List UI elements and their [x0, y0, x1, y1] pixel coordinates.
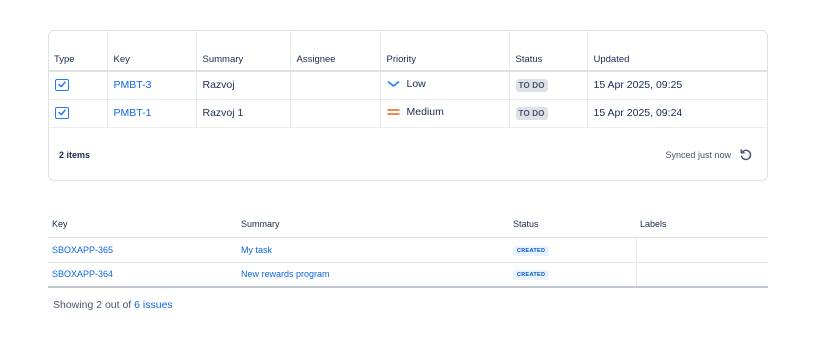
- column-header-priority[interactable]: Priority: [380, 31, 510, 72]
- task-checkbox-icon: [55, 79, 69, 92]
- summary-cell: New rewards program: [237, 262, 509, 287]
- column-header-updated[interactable]: Updated: [587, 31, 767, 72]
- column-header-summary[interactable]: Summary: [196, 31, 291, 72]
- issues-table: Key Summary Status Labels SBOXAPP-365 My…: [48, 217, 768, 288]
- item-count: 2 items: [59, 150, 91, 160]
- priority-value: Low: [387, 78, 426, 90]
- summary-cell[interactable]: Razvoj: [196, 71, 291, 99]
- jira-header-row: Type Key Summary Assignee Priority Statu…: [49, 31, 767, 72]
- status-cell: CREATED: [509, 262, 637, 287]
- showing-prefix: Showing 2 out of: [53, 299, 135, 311]
- column-header-summary: Summary: [241, 219, 280, 229]
- priority-label: Medium: [406, 106, 444, 118]
- status-badge: TO DO: [515, 106, 548, 120]
- priority-label: Low: [406, 78, 426, 91]
- summary-cell: My task: [237, 237, 509, 262]
- issue-summary-link[interactable]: New rewards program: [241, 269, 330, 279]
- table-row: SBOXAPP-365 My task CREATED: [48, 237, 768, 262]
- status-badge: CREATED: [513, 270, 550, 281]
- column-header-type[interactable]: Type: [49, 31, 108, 72]
- table-row[interactable]: PMBT-1 Razvoj 1 Medium TO DO 15 Apr 2025…: [49, 99, 767, 127]
- column-header-key: Key: [52, 219, 68, 229]
- priority-cell[interactable]: Medium: [380, 99, 510, 127]
- issue-key-link[interactable]: SBOXAPP-364: [52, 269, 113, 279]
- refresh-icon[interactable]: [739, 148, 753, 162]
- priority-cell[interactable]: Low: [380, 71, 510, 99]
- labels-cell: [636, 262, 768, 287]
- priority-low-icon: [387, 81, 399, 88]
- jira-issues-table: Type Key Summary Assignee Priority Statu…: [49, 31, 767, 128]
- column-header-status: Status: [513, 219, 539, 229]
- issue-key-link[interactable]: PMBT-3: [114, 79, 152, 91]
- summary-cell[interactable]: Razvoj 1: [196, 99, 291, 127]
- type-cell: [49, 99, 108, 127]
- column-header-assignee[interactable]: Assignee: [290, 31, 381, 72]
- updated-cell: 15 Apr 2025, 09:24: [593, 107, 683, 119]
- sync-status: Synced just now: [665, 150, 731, 160]
- priority-medium-icon: [386, 109, 400, 115]
- status-cell[interactable]: TO DO: [509, 71, 588, 99]
- type-cell: [49, 71, 108, 99]
- column-header-key[interactable]: Key: [107, 31, 197, 72]
- key-cell: PMBT-1: [107, 99, 197, 127]
- issue-key-link[interactable]: SBOXAPP-365: [52, 245, 113, 255]
- issues-count-summary: Showing 2 out of 6 issues: [53, 299, 173, 311]
- issues-header-row: Key Summary Status Labels: [48, 217, 768, 237]
- key-cell: SBOXAPP-364: [48, 262, 237, 287]
- status-badge: CREATED: [513, 245, 550, 256]
- status-badge: TO DO: [515, 78, 548, 92]
- view-all-issues-link[interactable]: 6 issues: [134, 299, 173, 311]
- key-cell: SBOXAPP-365: [48, 237, 237, 262]
- assignee-cell[interactable]: [290, 99, 381, 127]
- assignee-cell[interactable]: [290, 71, 381, 99]
- table-row: SBOXAPP-364 New rewards program CREATED: [48, 262, 768, 287]
- key-cell: PMBT-3: [107, 71, 197, 99]
- issue-key-link[interactable]: PMBT-1: [114, 107, 152, 119]
- labels-cell: [636, 237, 768, 262]
- column-header-status[interactable]: Status: [509, 31, 588, 72]
- status-cell: CREATED: [509, 237, 637, 262]
- status-cell[interactable]: TO DO: [509, 99, 588, 127]
- jira-issues-card: Type Key Summary Assignee Priority Statu…: [48, 30, 768, 181]
- table-row[interactable]: PMBT-3 Razvoj Low TO DO 15 Apr 2025, 09:…: [49, 71, 767, 99]
- column-header-labels: Labels: [640, 219, 667, 229]
- updated-cell: 15 Apr 2025, 09:25: [593, 79, 683, 92]
- priority-value: Medium: [386, 106, 444, 118]
- issue-summary-link[interactable]: My task: [241, 245, 272, 255]
- task-checkbox-icon: [55, 107, 69, 120]
